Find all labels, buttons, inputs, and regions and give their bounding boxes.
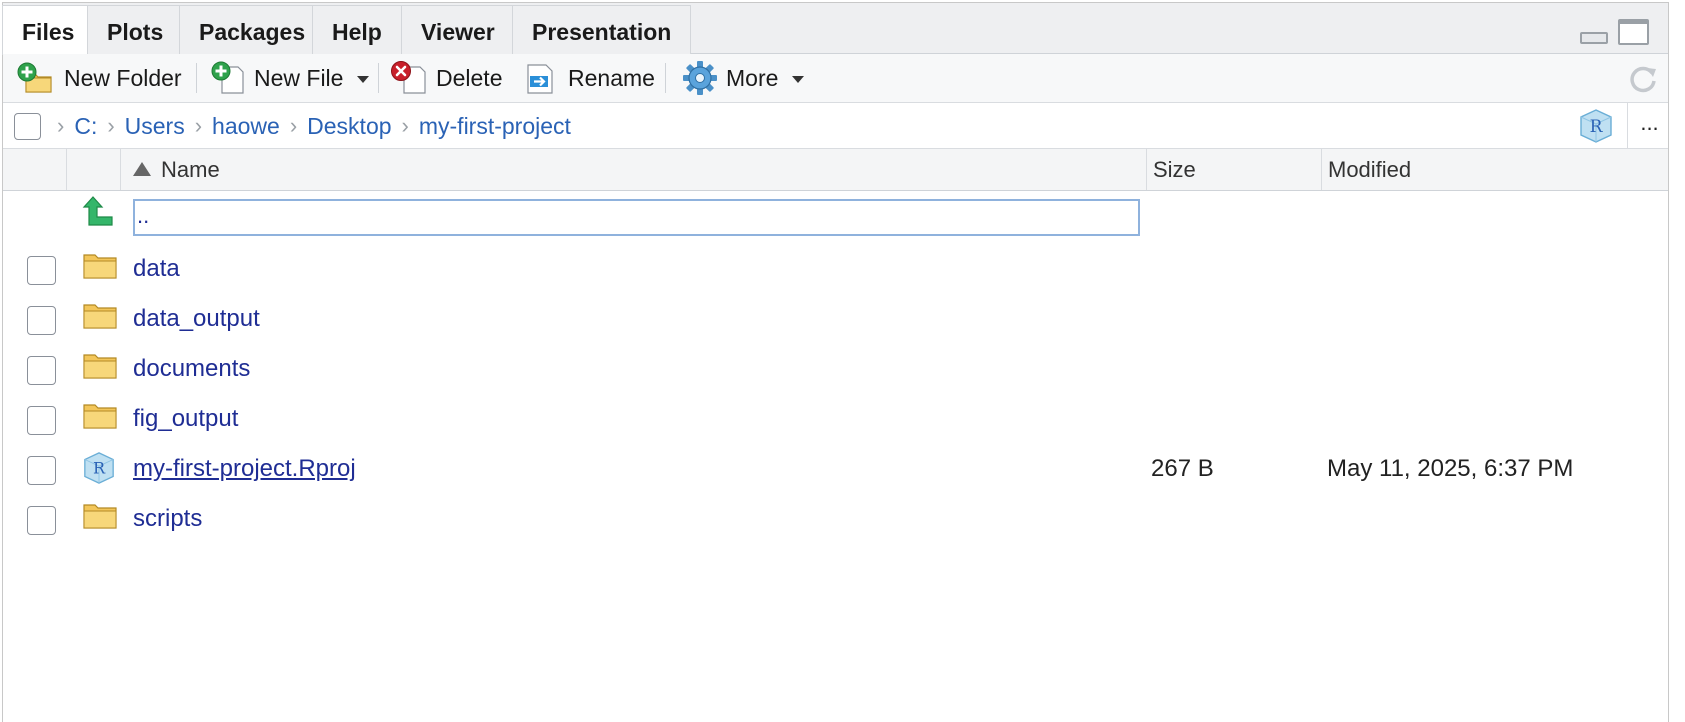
chevron-right-icon: › — [107, 113, 115, 138]
folder-icon — [83, 354, 117, 379]
name-column-header[interactable]: Name — [121, 149, 1147, 190]
more-options-button[interactable]: ... — [1627, 103, 1671, 149]
breadcrumb-item-desktop[interactable]: Desktop — [307, 113, 391, 140]
chevron-right-icon: › — [57, 113, 65, 138]
table-row: scripts — [3, 493, 1668, 543]
minimize-pane-button[interactable] — [1580, 32, 1608, 44]
row-checkbox[interactable] — [27, 356, 56, 385]
toolbar-divider — [665, 63, 666, 93]
select-all-checkbox[interactable] — [14, 113, 41, 140]
row-checkbox[interactable] — [27, 456, 56, 485]
chevron-right-icon: › — [401, 113, 409, 138]
row-checkbox[interactable] — [27, 306, 56, 335]
name-column-label: Name — [161, 157, 220, 182]
file-size: 267 B — [1151, 455, 1214, 482]
parent-directory-link[interactable]: .. — [133, 199, 1140, 236]
tab-viewer[interactable]: Viewer — [401, 5, 515, 54]
delete-label: Delete — [436, 64, 503, 91]
file-name-link[interactable]: scripts — [133, 493, 202, 543]
folder-icon — [83, 304, 117, 329]
delete-button[interactable]: Delete — [390, 54, 502, 102]
breadcrumb: › C: › Users › haowe › Desktop › my-firs… — [3, 103, 1668, 149]
maximize-pane-button[interactable] — [1618, 19, 1649, 45]
breadcrumb-item-haowe[interactable]: haowe — [212, 113, 280, 140]
file-table-header: Name Size Modified — [3, 149, 1668, 191]
new-file-icon — [211, 61, 244, 94]
rename-icon — [527, 64, 553, 94]
sort-ascending-icon — [133, 162, 151, 176]
gear-icon — [683, 61, 717, 95]
row-checkbox[interactable] — [27, 506, 56, 535]
tab-presentation[interactable]: Presentation — [512, 5, 692, 54]
size-column-label: Size — [1153, 157, 1196, 182]
new-folder-icon — [17, 62, 52, 93]
tab-files[interactable]: Files — [2, 5, 95, 55]
table-row: R my-first-project.Rproj 267 B May 11, 2… — [3, 443, 1668, 493]
folder-icon — [83, 254, 117, 279]
parent-directory-icon[interactable] — [82, 195, 114, 229]
modified-column-label: Modified — [1328, 157, 1412, 182]
row-checkbox[interactable] — [27, 406, 56, 435]
modified-column-header[interactable]: Modified — [1322, 149, 1670, 190]
chevron-down-icon — [792, 75, 805, 83]
new-folder-button[interactable]: New Folder — [16, 54, 182, 102]
go-to-project-directory-icon[interactable]: R — [1578, 108, 1614, 144]
table-row: data — [3, 243, 1668, 293]
file-name-link[interactable]: fig_output — [133, 393, 238, 443]
chevron-right-icon: › — [194, 113, 203, 138]
icon-column-header — [67, 149, 121, 190]
breadcrumb-item-c[interactable]: C: — [74, 113, 97, 140]
folder-icon — [83, 504, 117, 529]
file-name-link[interactable]: my-first-project.Rproj — [133, 443, 356, 493]
breadcrumb-path: › C: › Users › haowe › Desktop › my-firs… — [47, 103, 571, 149]
rename-label: Rename — [568, 64, 655, 91]
new-folder-label: New Folder — [64, 64, 182, 91]
breadcrumb-item-users[interactable]: Users — [125, 113, 185, 140]
size-column-header[interactable]: Size — [1147, 149, 1322, 190]
more-label: More — [726, 64, 779, 91]
tab-plots[interactable]: Plots — [87, 5, 184, 54]
chevron-down-icon — [357, 75, 370, 83]
tab-bar: Files Plots Packages Help Viewer Present… — [2, 3, 1668, 55]
more-button[interactable]: More — [682, 54, 805, 102]
svg-text:R: R — [1590, 117, 1604, 137]
svg-text:R: R — [93, 459, 106, 478]
rproj-file-icon: R — [84, 452, 114, 484]
table-row: documents — [3, 343, 1668, 393]
table-row: data_output — [3, 293, 1668, 343]
file-name-link[interactable]: data — [133, 243, 180, 293]
delete-icon — [391, 61, 426, 94]
tab-packages[interactable]: Packages — [179, 5, 326, 54]
files-pane: Files Plots Packages Help Viewer Present… — [2, 2, 1669, 722]
file-name-link[interactable]: documents — [133, 343, 250, 393]
breadcrumb-item-my-first-project[interactable]: my-first-project — [419, 113, 571, 140]
folder-icon — [83, 404, 117, 429]
checkbox-column-header — [3, 149, 67, 190]
table-row: fig_output — [3, 393, 1668, 443]
file-modified: May 11, 2025, 6:37 PM — [1327, 455, 1574, 482]
toolbar-divider — [378, 63, 379, 93]
rename-button[interactable]: Rename — [522, 54, 655, 102]
row-checkbox[interactable] — [27, 256, 56, 285]
chevron-right-icon: › — [289, 113, 298, 138]
tab-help[interactable]: Help — [312, 5, 402, 54]
refresh-icon[interactable] — [1627, 62, 1659, 94]
file-name-link[interactable]: data_output — [133, 293, 260, 343]
new-file-label: New File — [254, 64, 344, 91]
toolbar-divider — [196, 63, 197, 93]
new-file-button[interactable]: New File — [210, 54, 370, 102]
files-toolbar: New Folder New File Delete Rename More — [3, 54, 1668, 103]
